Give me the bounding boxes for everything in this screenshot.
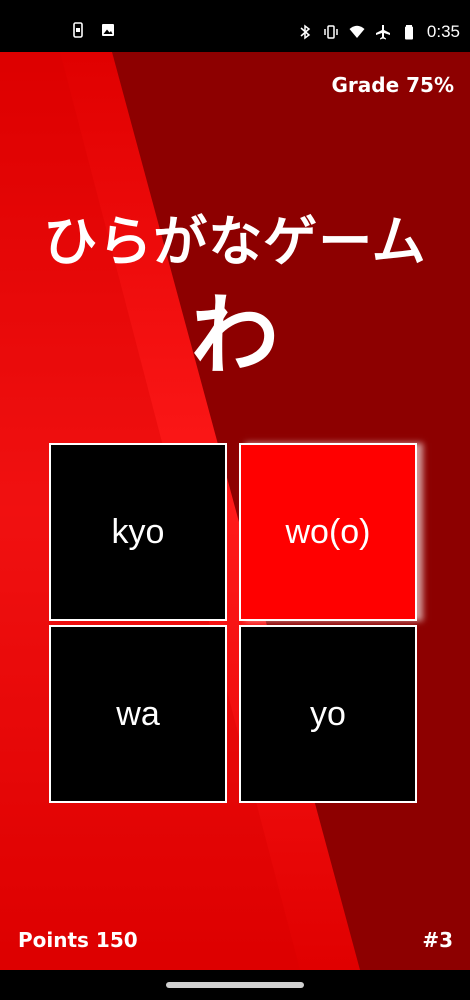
answer-option-wa[interactable]: wa — [49, 625, 227, 803]
grade-label: Grade 75% — [331, 73, 455, 97]
phone-screenshot-icon — [70, 22, 86, 38]
question-number: #3 — [422, 928, 453, 952]
game-title: ひらがなゲーム — [43, 210, 427, 273]
airplane-icon — [375, 24, 391, 40]
points-label: Points 150 — [18, 928, 138, 952]
status-bar: 0:35 — [0, 0, 470, 52]
answer-option-kyo[interactable]: kyo — [49, 443, 227, 621]
bluetooth-icon — [297, 24, 313, 40]
status-time: 0:35 — [426, 22, 460, 41]
vibrate-icon — [323, 24, 339, 40]
home-gesture-handle[interactable] — [166, 982, 304, 988]
wifi-icon — [349, 24, 365, 40]
answer-grid: kyo wo(o) wa yo — [49, 443, 421, 807]
image-icon — [100, 22, 116, 38]
answer-option-woo[interactable]: wo(o) — [239, 443, 417, 621]
battery-icon — [401, 24, 417, 40]
answer-option-yo[interactable]: yo — [239, 625, 417, 803]
navigation-bar — [0, 970, 470, 1000]
kana-character: わ — [190, 284, 279, 387]
game-screen: Grade 75% ひらがなゲーム わ kyo wo(o) wa yo Poin… — [0, 52, 470, 970]
